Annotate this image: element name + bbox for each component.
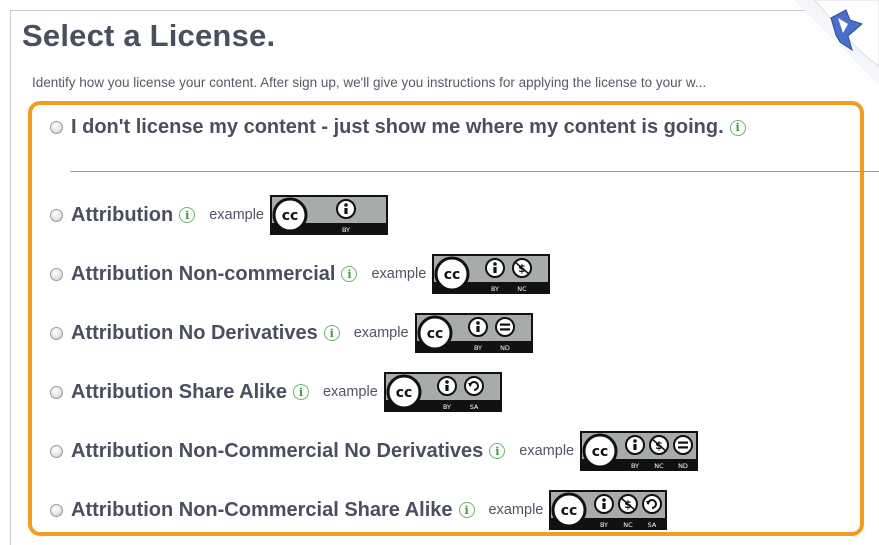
radio-attribution-noderivatives[interactable] bbox=[50, 326, 63, 340]
option-label: Attribution No Derivatives bbox=[71, 321, 318, 344]
cc-by-sa-badge[interactable]: cc BY SA bbox=[383, 372, 502, 412]
badge-text: ND bbox=[500, 344, 510, 352]
example-label: example bbox=[488, 502, 544, 518]
options-divider bbox=[70, 171, 879, 172]
example-label: example bbox=[371, 266, 427, 282]
cc-by-nc-sa-badge[interactable]: cc $ BY NC SA bbox=[549, 490, 668, 530]
svg-text:cc: cc bbox=[282, 208, 299, 224]
badge-text: NC bbox=[624, 521, 634, 529]
radio-attribution-noncommercial[interactable] bbox=[50, 267, 63, 281]
example-label: example bbox=[322, 384, 378, 400]
option-no-license[interactable]: I don't license my content - just show m… bbox=[50, 116, 760, 139]
example-label: example bbox=[519, 443, 575, 459]
cc-by-nc-nd-badge[interactable]: cc $ BY NC ND bbox=[580, 431, 699, 471]
badge-text: BY bbox=[342, 226, 350, 234]
badge-text: BY bbox=[631, 462, 639, 470]
info-icon[interactable]: i bbox=[179, 207, 196, 223]
badge-text: SA bbox=[648, 521, 657, 529]
info-icon[interactable]: i bbox=[341, 266, 358, 282]
info-icon[interactable]: i bbox=[729, 119, 746, 136]
info-icon[interactable]: i bbox=[489, 443, 506, 459]
radio-attribution-sharealike[interactable] bbox=[50, 385, 63, 399]
cc-by-nd-badge[interactable]: cc BY ND bbox=[414, 313, 533, 353]
page-title: Select a License. bbox=[22, 18, 276, 53]
badge-text: NC bbox=[518, 285, 528, 293]
info-icon[interactable]: i bbox=[292, 384, 309, 400]
badge-text: SA bbox=[469, 403, 478, 411]
option-attribution-nc-sa[interactable]: Attribution Non-Commercial Share Alike i… bbox=[50, 490, 668, 530]
badge-text: BY bbox=[443, 403, 451, 411]
option-attribution-nc-nd[interactable]: Attribution Non-Commercial No Derivative… bbox=[50, 431, 699, 471]
option-attribution-sharealike[interactable]: Attribution Share Alike i example cc BY … bbox=[50, 372, 502, 412]
option-attribution-noncommercial[interactable]: Attribution Non-commercial i example cc … bbox=[50, 254, 551, 294]
badge-text: BY bbox=[491, 285, 499, 293]
svg-text:cc: cc bbox=[592, 444, 609, 460]
badge-text: BY bbox=[473, 344, 481, 352]
badge-text: ND bbox=[678, 462, 688, 470]
cc-by-badge[interactable]: cc BY bbox=[270, 195, 388, 235]
option-label: Attribution Non-Commercial Share Alike bbox=[71, 498, 453, 521]
radio-attribution-nc-sa[interactable] bbox=[50, 503, 63, 517]
page-curl-icon bbox=[794, 0, 879, 85]
option-label: Attribution Non-commercial bbox=[71, 262, 336, 285]
example-label: example bbox=[353, 325, 409, 341]
option-label: I don't license my content - just show m… bbox=[71, 116, 724, 138]
info-icon[interactable]: i bbox=[458, 502, 475, 518]
example-label: example bbox=[209, 207, 264, 223]
option-label: Attribution Non-Commercial No Derivative… bbox=[71, 439, 484, 462]
radio-attribution-nc-nd[interactable] bbox=[50, 444, 63, 458]
radio-no-license[interactable] bbox=[50, 121, 63, 134]
option-attribution-noderivatives[interactable]: Attribution No Derivatives i example cc … bbox=[50, 313, 533, 353]
info-icon[interactable]: i bbox=[323, 325, 340, 341]
option-label: Attribution bbox=[71, 203, 174, 226]
svg-text:cc: cc bbox=[444, 267, 461, 283]
badge-text: BY bbox=[600, 521, 608, 529]
option-attribution[interactable]: Attribution i example cc BY bbox=[50, 195, 388, 235]
svg-text:cc: cc bbox=[561, 503, 578, 519]
svg-text:cc: cc bbox=[426, 326, 443, 342]
page-subtitle: Identify how you license your content. A… bbox=[32, 75, 707, 90]
radio-attribution[interactable] bbox=[50, 208, 63, 222]
svg-text:cc: cc bbox=[395, 385, 412, 401]
badge-text: NC bbox=[654, 462, 664, 470]
cc-by-nc-badge[interactable]: cc $ BY NC bbox=[432, 254, 551, 294]
option-label: Attribution Share Alike bbox=[71, 380, 287, 403]
